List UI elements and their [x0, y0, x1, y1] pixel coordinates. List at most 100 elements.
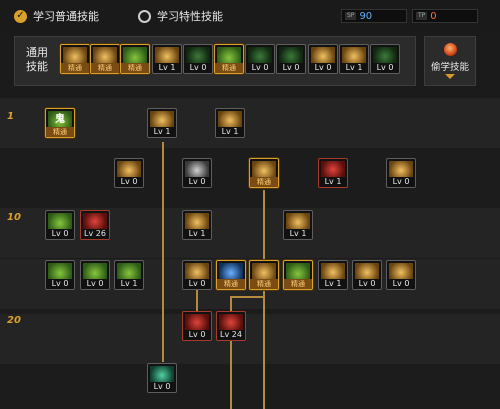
- level-marker-10: 10: [7, 212, 21, 223]
- skill-slot[interactable]: Lv 0: [182, 158, 212, 188]
- skill-slot[interactable]: Lv 0: [114, 158, 144, 188]
- tab-special-skills-label: 学习特性技能: [157, 10, 223, 23]
- skill-slot[interactable]: Lv 1: [114, 260, 144, 290]
- skill-icon: [373, 47, 397, 64]
- skill-icon: [185, 263, 209, 280]
- skill-slot[interactable]: Lv 1: [283, 210, 313, 240]
- skill-level-label: 精通: [250, 177, 278, 187]
- tree-connector: [162, 142, 164, 362]
- skill-slot[interactable]: Lv 0: [182, 311, 212, 341]
- sp-tag: SP: [345, 12, 357, 20]
- skill-slot[interactable]: Lv 0: [352, 260, 382, 290]
- skill-level-label: 精通: [284, 279, 312, 289]
- skill-slot[interactable]: Lv 0: [386, 158, 416, 188]
- sp-points-display: SP 90: [341, 9, 407, 23]
- skill-slot[interactable]: 精通: [283, 260, 313, 290]
- skill-level-label: Lv 0: [277, 63, 305, 73]
- skill-slot[interactable]: Lv 0: [45, 260, 75, 290]
- skill-slot[interactable]: 鬼精通: [45, 108, 75, 138]
- skill-slot[interactable]: Lv 0: [80, 260, 110, 290]
- skill-slot[interactable]: 精通: [60, 44, 90, 74]
- skill-slot[interactable]: Lv 1: [318, 260, 348, 290]
- skill-level-label: Lv 1: [216, 127, 244, 137]
- tp-points-display: TP 0: [412, 9, 478, 23]
- flame-orb-icon: [444, 43, 457, 56]
- skill-slot[interactable]: Lv 1: [339, 44, 369, 74]
- skill-slot[interactable]: 精通: [90, 44, 120, 74]
- skill-icon: [185, 314, 209, 331]
- skill-level-label: Lv 0: [387, 177, 415, 187]
- skill-icon: [83, 213, 107, 230]
- skill-slot[interactable]: Lv 0: [182, 260, 212, 290]
- skill-slot[interactable]: Lv 1: [147, 108, 177, 138]
- skill-slot[interactable]: Lv 0: [308, 44, 338, 74]
- skill-level-label: Lv 0: [148, 382, 176, 392]
- common-label-line2: 技能: [26, 60, 48, 73]
- tp-tag: TP: [416, 12, 428, 20]
- skill-level-label: Lv 1: [183, 229, 211, 239]
- sp-value: 90: [359, 10, 373, 22]
- skill-level-label: 精通: [61, 63, 89, 73]
- skill-level-label: Lv 0: [309, 63, 337, 73]
- skill-level-label: Lv 1: [319, 279, 347, 289]
- skill-level-label: Lv 0: [183, 279, 211, 289]
- skill-icon: [248, 47, 272, 64]
- skill-level-label: Lv 0: [46, 279, 74, 289]
- skill-icon: [218, 111, 242, 128]
- skill-level-label: Lv 1: [340, 63, 368, 73]
- skill-icon: [48, 213, 72, 230]
- tree-connector: [196, 288, 198, 312]
- skill-tree: 1 10 20 鬼精通 Lv 1 Lv 1 Lv 0 Lv 0 精通 Lv 1 Lv 0 Lv …: [0, 98, 500, 409]
- skill-slot[interactable]: Lv 0: [183, 44, 213, 74]
- skill-icon: [389, 263, 413, 280]
- skill-slot[interactable]: 精通: [249, 158, 279, 188]
- skill-icon: [186, 47, 210, 64]
- tree-band: [0, 98, 500, 148]
- tab-normal-skills[interactable]: ✓ 学习普通技能: [14, 6, 99, 26]
- skill-slot[interactable]: Lv 0: [276, 44, 306, 74]
- skill-slot[interactable]: Lv 0: [245, 44, 275, 74]
- skill-slot[interactable]: Lv 0: [45, 210, 75, 240]
- skill-level-label: Lv 0: [353, 279, 381, 289]
- skill-slot[interactable]: 精通: [249, 260, 279, 290]
- skill-slot[interactable]: 精通: [216, 260, 246, 290]
- skill-level-label: Lv 0: [183, 177, 211, 187]
- skill-level-label: Lv 0: [46, 229, 74, 239]
- skill-slot[interactable]: Lv 24: [216, 311, 246, 341]
- skill-level-label: Lv 0: [115, 177, 143, 187]
- skill-icon: [117, 263, 141, 280]
- skill-slot[interactable]: Lv 0: [147, 363, 177, 393]
- skill-icon: [117, 161, 141, 178]
- skill-level-label: Lv 0: [371, 63, 399, 73]
- tab-normal-skills-label: 学习普通技能: [33, 10, 99, 23]
- steal-skills-button[interactable]: 偷学技能: [424, 36, 476, 86]
- skill-level-label: Lv 0: [246, 63, 274, 73]
- skill-slot[interactable]: Lv 26: [80, 210, 110, 240]
- skill-slot[interactable]: 精通: [214, 44, 244, 74]
- skill-slot[interactable]: Lv 1: [182, 210, 212, 240]
- skill-icon: [279, 47, 303, 64]
- skill-level-label: 精通: [91, 63, 119, 73]
- skill-slot[interactable]: 精通: [120, 44, 150, 74]
- skill-level-label: Lv 26: [81, 229, 109, 239]
- skill-slot[interactable]: Lv 0: [386, 260, 416, 290]
- skill-slot[interactable]: Lv 1: [152, 44, 182, 74]
- skill-level-label: Lv 0: [184, 63, 212, 73]
- top-bar: ✓ 学习普通技能 学习特性技能 SP 90 TP 0: [0, 0, 500, 32]
- skill-slot[interactable]: Lv 0: [370, 44, 400, 74]
- skill-level-label: Lv 0: [81, 279, 109, 289]
- skill-slot[interactable]: Lv 1: [215, 108, 245, 138]
- level-marker-20: 20: [7, 315, 21, 326]
- tree-band: [0, 314, 500, 364]
- skill-icon: [342, 47, 366, 64]
- skill-level-label: Lv 0: [387, 279, 415, 289]
- steal-skills-label: 偷学技能: [430, 62, 469, 73]
- level-marker-1: 1: [7, 111, 14, 122]
- common-skills-label: 通用 技能: [19, 46, 55, 74]
- tab-special-skills[interactable]: 学习特性技能: [138, 6, 223, 26]
- tp-value: 0: [430, 10, 437, 22]
- skill-slot[interactable]: Lv 1: [318, 158, 348, 188]
- skill-icon: [311, 47, 335, 64]
- skill-level-label: 精通: [250, 279, 278, 289]
- common-label-line1: 通用: [26, 46, 48, 59]
